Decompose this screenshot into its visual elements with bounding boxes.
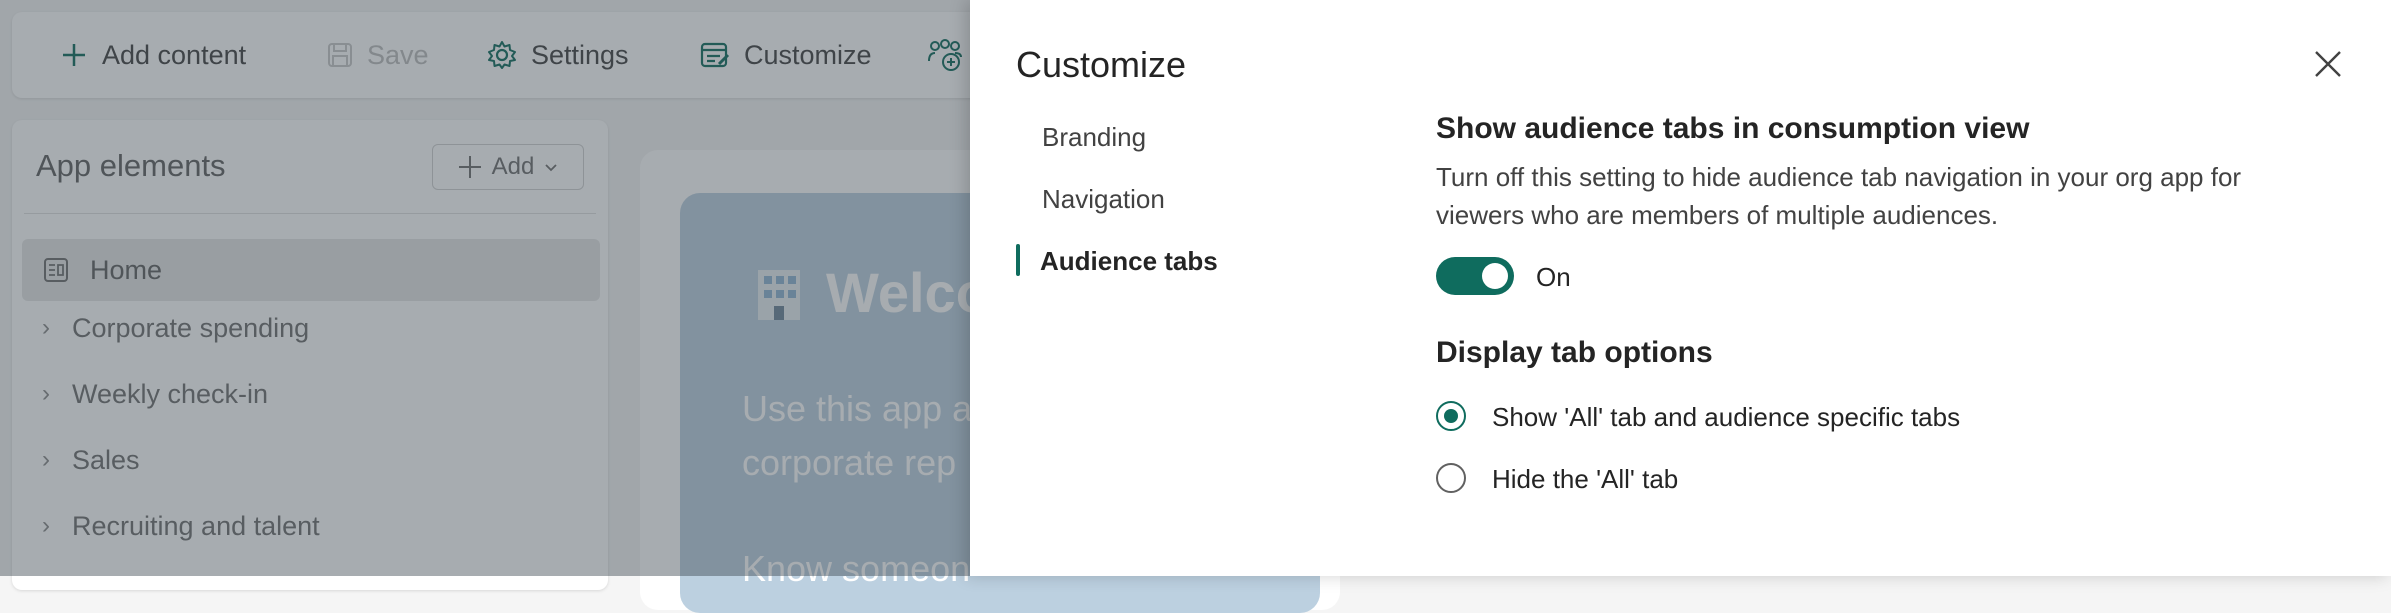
- radio-hide-all-tab[interactable]: [1436, 463, 1466, 493]
- toggle-state-label: On: [1536, 262, 1571, 292]
- display-tab-options-title: Display tab options: [1436, 336, 1713, 369]
- show-audience-tabs-description: Turn off this setting to hide audience t…: [1436, 162, 2242, 230]
- customize-panel: Customize Branding Navigation Audience t…: [970, 0, 2391, 576]
- app-background: Add content Save Settings Customize App …: [0, 0, 2391, 613]
- active-tab-indicator: [1016, 244, 1020, 276]
- tab-audience-tabs[interactable]: Audience tabs: [1040, 246, 1218, 277]
- audience-tabs-toggle[interactable]: [1436, 257, 1514, 295]
- show-audience-tabs-title: Show audience tabs in consumption view: [1436, 112, 2030, 145]
- radio-show-all-tab[interactable]: [1436, 401, 1466, 431]
- tab-navigation[interactable]: Navigation: [1042, 184, 1165, 215]
- radio-hide-all-tab-label[interactable]: Hide the 'All' tab: [1492, 464, 1678, 495]
- toggle-knob: [1482, 263, 1508, 289]
- close-icon[interactable]: [2308, 44, 2348, 84]
- tab-branding[interactable]: Branding: [1042, 122, 1146, 153]
- radio-show-all-tab-label[interactable]: Show 'All' tab and audience specific tab…: [1492, 402, 1960, 433]
- panel-title: Customize: [1016, 44, 1187, 85]
